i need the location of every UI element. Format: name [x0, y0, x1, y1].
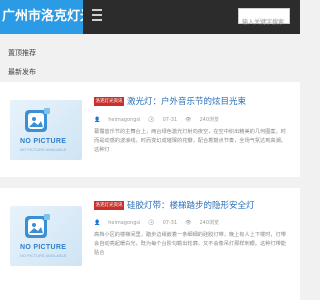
site-header: 广州市洛克灯光设 — [0, 0, 300, 34]
post-excerpt: 高档小区的楼梯间里，踏步边缘嵌着一条细细的硅胶灯带，晚上有人上下楼时，灯带会自动… — [94, 232, 286, 256]
eye-icon: 👁 — [185, 220, 192, 226]
post-card: NO PICTURE NO PICTURE AVAILABLE 洛克灯光资讯 激… — [0, 82, 300, 177]
no-picture-label: NO PICTURE — [20, 244, 67, 251]
search-input[interactable] — [239, 16, 289, 30]
image-placeholder-icon — [25, 214, 50, 238]
author-icon: 👤 — [94, 117, 101, 123]
clock-icon: 🕓 — [148, 117, 155, 123]
post-card: NO PICTURE NO PICTURE AVAILABLE 洛克灯光资讯 硅… — [0, 188, 300, 300]
post-date: 07-31 — [162, 117, 178, 123]
nav-item-featured[interactable]: 置顶推荐 — [0, 43, 300, 63]
no-picture-sublabel: NO PICTURE AVAILABLE — [20, 253, 67, 258]
author-icon: 👤 — [94, 220, 101, 226]
eye-icon: 👁 — [185, 117, 192, 123]
post-meta: 👤 heimagongsi 🕓 07-31 👁 240浏览 — [94, 116, 227, 123]
search-box — [238, 8, 290, 30]
post-meta: 👤 heimagongsi 🕓 07-31 👁 240浏览 — [94, 219, 227, 226]
category-badge[interactable]: 洛克灯光资讯 — [94, 97, 124, 106]
menu-icon[interactable] — [92, 9, 106, 23]
clock-icon: 🕓 — [148, 220, 155, 226]
post-excerpt: 幕霭音乐节的主舞台上，两台绿色激光灯射向夜空，在空中织出精美的几何图案，时而是动… — [94, 129, 286, 153]
post-thumbnail[interactable]: NO PICTURE NO PICTURE AVAILABLE — [10, 206, 82, 266]
no-picture-sublabel: NO PICTURE AVAILABLE — [20, 147, 67, 152]
post-title[interactable]: 硅胶灯带：楼梯踏步的隐形安全灯 — [127, 199, 255, 211]
post-views: 240浏览 — [199, 117, 220, 123]
post-author[interactable]: heimagongsi — [108, 220, 140, 226]
nav-item-latest[interactable]: 最新发布 — [0, 62, 300, 82]
post-thumbnail[interactable]: NO PICTURE NO PICTURE AVAILABLE — [10, 100, 82, 160]
post-date: 07-31 — [162, 220, 178, 226]
post-author[interactable]: heimagongsi — [108, 117, 140, 123]
site-title[interactable]: 广州市洛克灯光设 — [0, 0, 83, 34]
no-picture-label: NO PICTURE — [20, 138, 67, 145]
post-title[interactable]: 激光灯：户外音乐节的炫目光束 — [127, 95, 246, 107]
category-badge[interactable]: 洛克灯光资讯 — [94, 201, 124, 210]
image-placeholder-icon — [25, 108, 50, 132]
post-views: 240浏览 — [199, 220, 220, 226]
